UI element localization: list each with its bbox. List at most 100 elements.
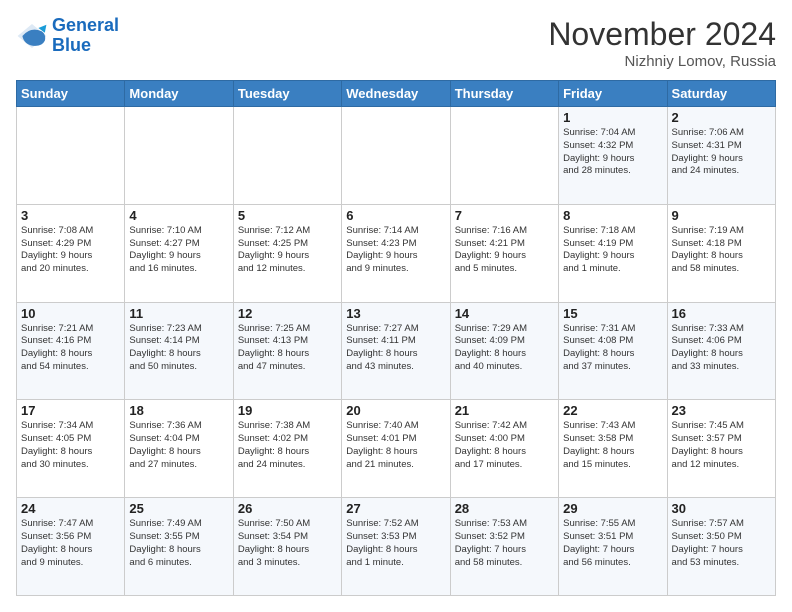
cell-info: Sunrise: 7:36 AM Sunset: 4:04 PM Dayligh… — [129, 420, 228, 471]
logo-icon — [16, 20, 48, 52]
calendar-cell: 5 Sunrise: 7:12 AM Sunset: 4:25 PM Daylig… — [233, 204, 341, 302]
cell-info: Sunrise: 7:16 AM Sunset: 4:21 PM Dayligh… — [455, 225, 554, 276]
day-number: 1 — [563, 110, 662, 125]
cell-info: Sunrise: 7:27 AM Sunset: 4:11 PM Dayligh… — [346, 323, 445, 374]
day-number: 3 — [21, 208, 120, 223]
day-number: 17 — [21, 403, 120, 418]
calendar-cell: 24 Sunrise: 7:47 AM Sunset: 3:56 PM Dayli… — [17, 498, 125, 596]
calendar-cell: 4 Sunrise: 7:10 AM Sunset: 4:27 PM Daylig… — [125, 204, 233, 302]
day-number: 29 — [563, 501, 662, 516]
location: Nizhniy Lomov, Russia — [548, 53, 776, 70]
cell-info: Sunrise: 7:06 AM Sunset: 4:31 PM Dayligh… — [672, 127, 771, 178]
calendar-cell: 30Sunrise: 7:57 AM Sunset: 3:50 PM Dayli… — [667, 498, 775, 596]
cell-info: Sunrise: 7:38 AM Sunset: 4:02 PM Dayligh… — [238, 420, 337, 471]
cell-info: Sunrise: 7:33 AM Sunset: 4:06 PM Dayligh… — [672, 323, 771, 374]
cell-info: Sunrise: 7:08 AM Sunset: 4:29 PM Dayligh… — [21, 225, 120, 276]
calendar-cell: 17 Sunrise: 7:34 AM Sunset: 4:05 PM Dayli… — [17, 400, 125, 498]
cell-info: Sunrise: 7:43 AM Sunset: 3:58 PM Dayligh… — [563, 420, 662, 471]
cell-info: Sunrise: 7:52 AM Sunset: 3:53 PM Dayligh… — [346, 518, 445, 569]
cell-info: Sunrise: 7:49 AM Sunset: 3:55 PM Dayligh… — [129, 518, 228, 569]
calendar-cell: 6Sunrise: 7:14 AM Sunset: 4:23 PM Daylig… — [342, 204, 450, 302]
calendar-week-row: 3 Sunrise: 7:08 AM Sunset: 4:29 PM Daylig… — [17, 204, 776, 302]
cell-info: Sunrise: 7:55 AM Sunset: 3:51 PM Dayligh… — [563, 518, 662, 569]
day-number: 10 — [21, 306, 120, 321]
calendar-cell: 16 Sunrise: 7:33 AM Sunset: 4:06 PM Dayli… — [667, 302, 775, 400]
weekday-header: Tuesday — [233, 81, 341, 107]
calendar-cell: 22 Sunrise: 7:43 AM Sunset: 3:58 PM Dayli… — [559, 400, 667, 498]
cell-info: Sunrise: 7:04 AM Sunset: 4:32 PM Dayligh… — [563, 127, 662, 178]
day-number: 7 — [455, 208, 554, 223]
calendar-cell: 27 Sunrise: 7:52 AM Sunset: 3:53 PM Dayli… — [342, 498, 450, 596]
cell-info: Sunrise: 7:10 AM Sunset: 4:27 PM Dayligh… — [129, 225, 228, 276]
month-title: November 2024 — [548, 16, 776, 53]
cell-info: Sunrise: 7:29 AM Sunset: 4:09 PM Dayligh… — [455, 323, 554, 374]
day-number: 13 — [346, 306, 445, 321]
weekday-header: Wednesday — [342, 81, 450, 107]
calendar-table: SundayMondayTuesdayWednesdayThursdayFrid… — [16, 80, 776, 596]
cell-info: Sunrise: 7:23 AM Sunset: 4:14 PM Dayligh… — [129, 323, 228, 374]
day-number: 6 — [346, 208, 445, 223]
calendar-cell: 15Sunrise: 7:31 AM Sunset: 4:08 PM Dayli… — [559, 302, 667, 400]
cell-info: Sunrise: 7:40 AM Sunset: 4:01 PM Dayligh… — [346, 420, 445, 471]
calendar-week-row: 24 Sunrise: 7:47 AM Sunset: 3:56 PM Dayli… — [17, 498, 776, 596]
cell-info: Sunrise: 7:45 AM Sunset: 3:57 PM Dayligh… — [672, 420, 771, 471]
day-number: 9 — [672, 208, 771, 223]
cell-info: Sunrise: 7:47 AM Sunset: 3:56 PM Dayligh… — [21, 518, 120, 569]
day-number: 12 — [238, 306, 337, 321]
day-number: 18 — [129, 403, 228, 418]
header: General Blue November 2024 Nizhniy Lomov… — [16, 16, 776, 70]
cell-info: Sunrise: 7:42 AM Sunset: 4:00 PM Dayligh… — [455, 420, 554, 471]
day-number: 11 — [129, 306, 228, 321]
calendar-cell: 21Sunrise: 7:42 AM Sunset: 4:00 PM Dayli… — [450, 400, 558, 498]
calendar-cell: 19 Sunrise: 7:38 AM Sunset: 4:02 PM Dayli… — [233, 400, 341, 498]
cell-info: Sunrise: 7:21 AM Sunset: 4:16 PM Dayligh… — [21, 323, 120, 374]
day-number: 5 — [238, 208, 337, 223]
cell-info: Sunrise: 7:19 AM Sunset: 4:18 PM Dayligh… — [672, 225, 771, 276]
logo-line2: Blue — [52, 36, 119, 56]
day-number: 4 — [129, 208, 228, 223]
cell-info: Sunrise: 7:12 AM Sunset: 4:25 PM Dayligh… — [238, 225, 337, 276]
calendar-cell: 7 Sunrise: 7:16 AM Sunset: 4:21 PM Daylig… — [450, 204, 558, 302]
title-block: November 2024 Nizhniy Lomov, Russia — [548, 16, 776, 70]
weekday-header: Monday — [125, 81, 233, 107]
weekday-header: Thursday — [450, 81, 558, 107]
logo-text: General Blue — [52, 16, 119, 56]
day-number: 19 — [238, 403, 337, 418]
calendar-cell: 20 Sunrise: 7:40 AM Sunset: 4:01 PM Dayli… — [342, 400, 450, 498]
calendar-cell: 13 Sunrise: 7:27 AM Sunset: 4:11 PM Dayli… — [342, 302, 450, 400]
calendar-week-row: 10 Sunrise: 7:21 AM Sunset: 4:16 PM Dayli… — [17, 302, 776, 400]
cell-info: Sunrise: 7:34 AM Sunset: 4:05 PM Dayligh… — [21, 420, 120, 471]
day-number: 27 — [346, 501, 445, 516]
day-number: 8 — [563, 208, 662, 223]
calendar-header-row: SundayMondayTuesdayWednesdayThursdayFrid… — [17, 81, 776, 107]
calendar-cell: 18 Sunrise: 7:36 AM Sunset: 4:04 PM Dayli… — [125, 400, 233, 498]
day-number: 24 — [21, 501, 120, 516]
cell-info: Sunrise: 7:53 AM Sunset: 3:52 PM Dayligh… — [455, 518, 554, 569]
day-number: 26 — [238, 501, 337, 516]
day-number: 22 — [563, 403, 662, 418]
calendar-cell: 3 Sunrise: 7:08 AM Sunset: 4:29 PM Daylig… — [17, 204, 125, 302]
calendar-cell — [125, 107, 233, 205]
day-number: 23 — [672, 403, 771, 418]
day-number: 16 — [672, 306, 771, 321]
day-number: 28 — [455, 501, 554, 516]
calendar-cell — [450, 107, 558, 205]
calendar-cell: 11 Sunrise: 7:23 AM Sunset: 4:14 PM Dayli… — [125, 302, 233, 400]
calendar-cell: 8Sunrise: 7:18 AM Sunset: 4:19 PM Daylig… — [559, 204, 667, 302]
calendar-cell: 28 Sunrise: 7:53 AM Sunset: 3:52 PM Dayli… — [450, 498, 558, 596]
day-number: 20 — [346, 403, 445, 418]
weekday-header: Sunday — [17, 81, 125, 107]
day-number: 25 — [129, 501, 228, 516]
calendar-cell: 25 Sunrise: 7:49 AM Sunset: 3:55 PM Dayli… — [125, 498, 233, 596]
calendar-week-row: 1 Sunrise: 7:04 AM Sunset: 4:32 PM Daylig… — [17, 107, 776, 205]
calendar-cell: 12Sunrise: 7:25 AM Sunset: 4:13 PM Dayli… — [233, 302, 341, 400]
weekday-header: Friday — [559, 81, 667, 107]
calendar-cell: 10 Sunrise: 7:21 AM Sunset: 4:16 PM Dayli… — [17, 302, 125, 400]
cell-info: Sunrise: 7:31 AM Sunset: 4:08 PM Dayligh… — [563, 323, 662, 374]
weekday-header: Saturday — [667, 81, 775, 107]
calendar-cell: 2 Sunrise: 7:06 AM Sunset: 4:31 PM Daylig… — [667, 107, 775, 205]
calendar-cell — [342, 107, 450, 205]
calendar-cell — [17, 107, 125, 205]
calendar-cell: 1 Sunrise: 7:04 AM Sunset: 4:32 PM Daylig… — [559, 107, 667, 205]
day-number: 2 — [672, 110, 771, 125]
